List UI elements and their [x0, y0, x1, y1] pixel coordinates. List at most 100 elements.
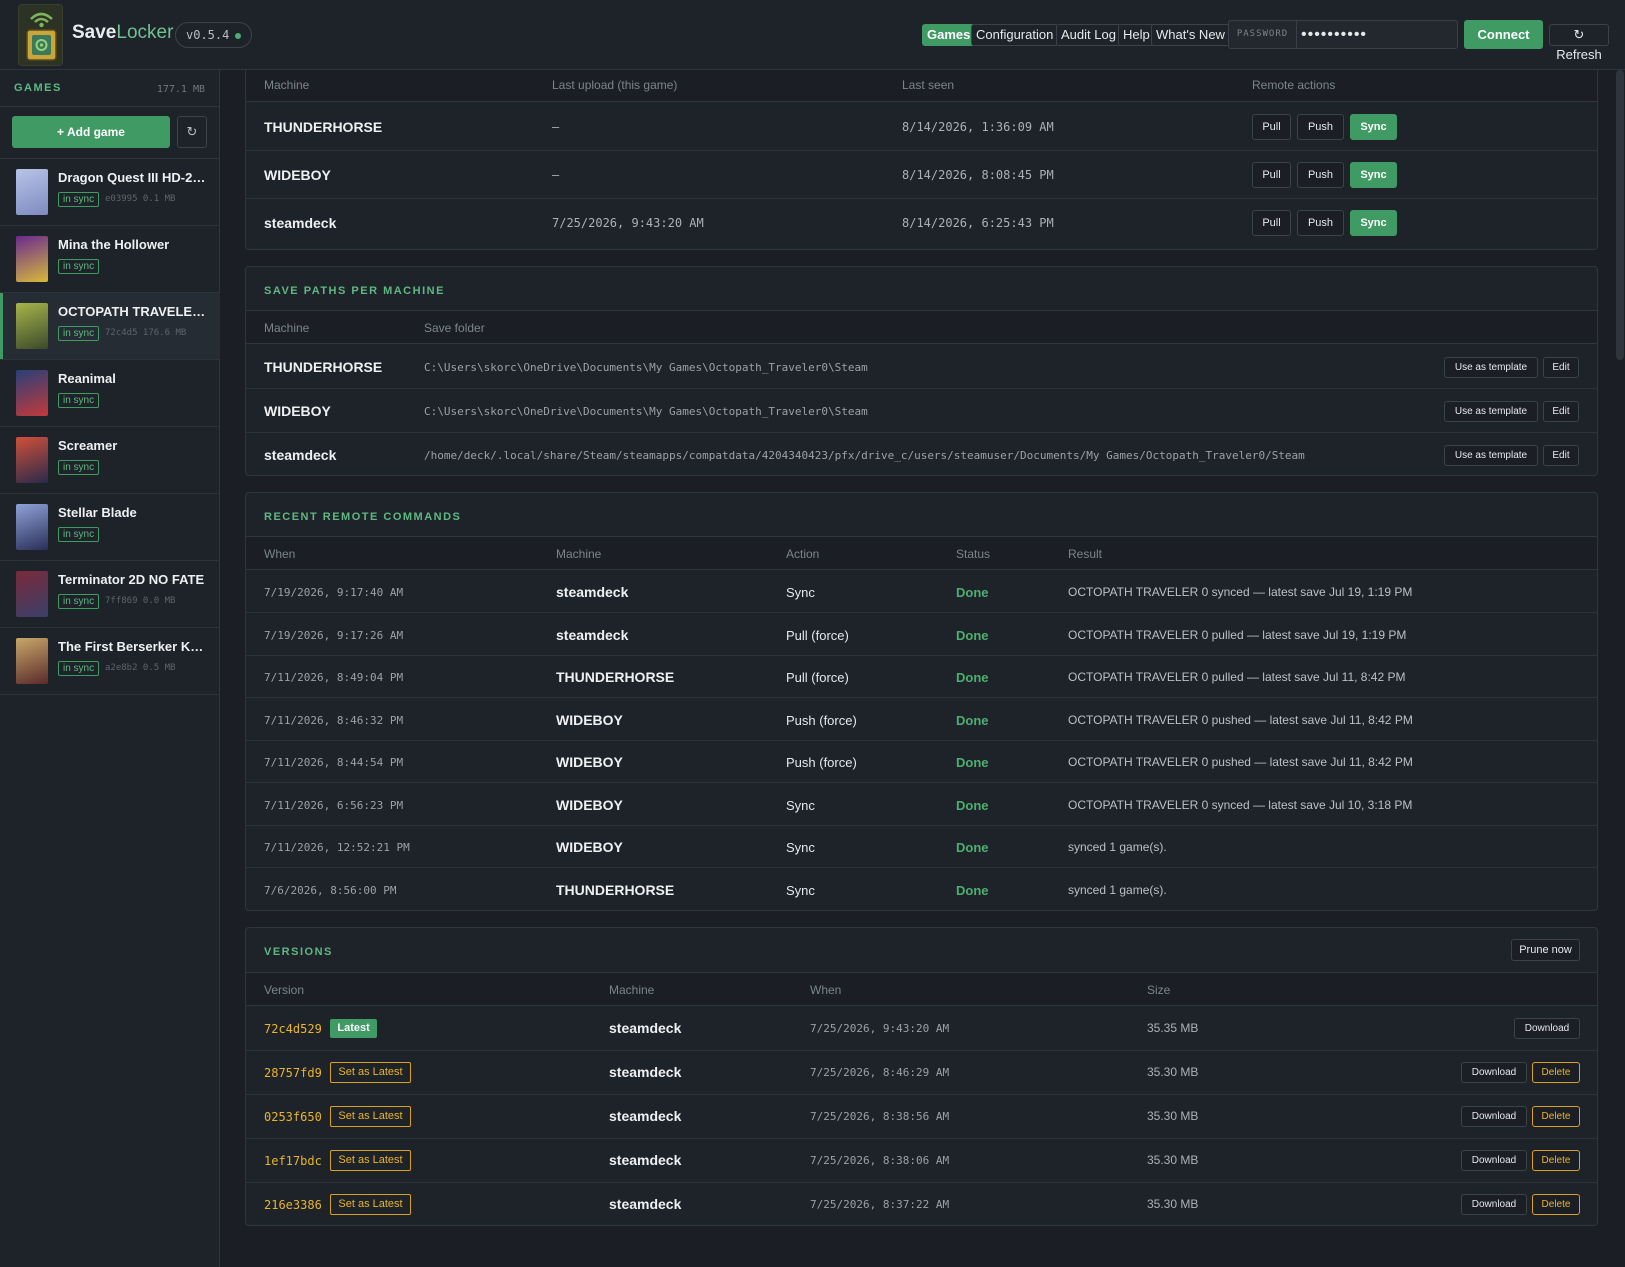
command-action: Pull (force)	[786, 670, 849, 685]
command-machine: WIDEBOY	[556, 796, 623, 813]
command-machine: WIDEBOY	[556, 754, 623, 770]
command-row: 7/6/2026, 8:56:00 PM THUNDERHORSE Sync Done…	[246, 869, 1597, 911]
version-size: 35.30 MB	[1147, 1153, 1199, 1167]
use-as-template-button[interactable]: Use as template	[1444, 401, 1538, 422]
machine-name: WIDEBOY	[264, 167, 331, 183]
sync-button[interactable]: Sync	[1350, 210, 1397, 236]
game-list-item[interactable]: Terminator 2D NO FATE in sync 7ff869 0.0 M…	[0, 561, 220, 628]
sync-button[interactable]: Sync	[1350, 114, 1397, 140]
status-dot-icon	[235, 32, 242, 39]
command-status: Done	[956, 712, 989, 728]
delete-button[interactable]: Delete	[1532, 1062, 1580, 1083]
game-list-item[interactable]: Dragon Quest III HD-2D... in sync e03995 0…	[0, 159, 220, 226]
game-list-item[interactable]: Stellar Blade in sync	[0, 494, 220, 561]
download-button[interactable]: Download	[1461, 1150, 1527, 1171]
version-row: 216e3386 Set as Latest steamdeck 7/25/2026,…	[246, 1183, 1597, 1225]
game-list-item[interactable]: OCTOPATH TRAVELER 0 in sync 72c4d5 176.6 M…	[0, 293, 220, 360]
download-button[interactable]: Download	[1461, 1062, 1527, 1083]
sync-status-badge: in sync	[58, 326, 100, 341]
machine-name: THUNDERHORSE	[264, 119, 383, 135]
command-row: 7/19/2026, 9:17:40 AM steamdeck Sync Done OC…	[246, 571, 1597, 613]
game-list-item[interactable]: Reanimal in sync	[0, 360, 220, 427]
col-action: Action	[786, 547, 820, 561]
add-game-button[interactable]: + Add game	[12, 116, 170, 148]
version-size: 35.30 MB	[1147, 1197, 1199, 1211]
delete-button[interactable]: Delete	[1532, 1150, 1580, 1171]
last-seen: 8/14/2026, 1:36:09 AM	[902, 120, 1054, 134]
sync-status-badge: in sync	[58, 594, 100, 609]
nav-games[interactable]: Games	[922, 24, 976, 46]
command-row: 7/11/2026, 8:44:54 PM WIDEBOY Push (force)…	[246, 741, 1597, 783]
version-hash[interactable]: 1ef17bdc	[264, 1154, 322, 1168]
set-as-latest-button[interactable]: Set as Latest	[330, 1062, 411, 1083]
pull-button[interactable]: Pull	[1252, 210, 1291, 236]
command-machine: WIDEBOY	[556, 839, 623, 855]
version-machine: steamdeck	[609, 1020, 682, 1036]
edit-button[interactable]: Edit	[1543, 357, 1579, 378]
command-row: 7/11/2026, 8:46:32 PM WIDEBOY Push (force)…	[246, 699, 1597, 741]
col-machine: Machine	[264, 321, 310, 335]
command-row: 7/11/2026, 12:52:21 PM WIDEBOY Sync Done syn…	[246, 826, 1597, 868]
push-button[interactable]: Push	[1297, 114, 1344, 140]
sync-status-badge: in sync	[58, 259, 100, 274]
version-hash[interactable]: 0253f650	[264, 1110, 322, 1124]
version-row: 1ef17bdc Set as Latest steamdeck 7/25/2026,…	[246, 1139, 1597, 1183]
nav-audit-log[interactable]: Audit Log	[1056, 24, 1121, 46]
command-result: OCTOPATH TRAVELER 0 synced — latest save…	[1068, 797, 1413, 812]
nav-whats-new[interactable]: What's New	[1151, 24, 1230, 46]
download-button[interactable]: Download	[1461, 1106, 1527, 1127]
game-list-item[interactable]: Mina the Hollower in sync	[0, 226, 220, 293]
command-machine: THUNDERHORSE	[556, 669, 675, 685]
use-as-template-button[interactable]: Use as template	[1444, 357, 1538, 378]
command-result: OCTOPATH TRAVELER 0 pulled — latest save…	[1068, 627, 1407, 642]
delete-button[interactable]: Delete	[1532, 1194, 1580, 1215]
command-status: Done	[956, 797, 989, 813]
command-when: 7/11/2026, 8:44:54 PM	[264, 756, 404, 769]
version-hash[interactable]: 216e3386	[264, 1198, 322, 1212]
password-input[interactable]: ••••••••••	[1301, 21, 1451, 48]
page-scrollbar[interactable]	[1616, 70, 1624, 360]
set-as-latest-button[interactable]: Set as Latest	[330, 1150, 411, 1171]
download-button[interactable]: Download	[1514, 1018, 1580, 1039]
connect-button[interactable]: Connect	[1464, 20, 1543, 49]
password-field[interactable]: PASSWORD ••••••••••	[1228, 20, 1458, 49]
version-badge: v0.5.4	[175, 22, 253, 48]
version-hash[interactable]: 28757fd9	[264, 1066, 322, 1080]
edit-button[interactable]: Edit	[1543, 445, 1579, 466]
version-hash[interactable]: 72c4d529	[264, 1022, 322, 1036]
pull-button[interactable]: Pull	[1252, 114, 1291, 140]
sync-button[interactable]: Sync	[1350, 162, 1397, 188]
nav-help[interactable]: Help	[1118, 24, 1155, 46]
refresh-icon[interactable]: ↻	[177, 116, 207, 148]
recent-commands-card: RECENT REMOTE COMMANDS When Machine Acti…	[245, 492, 1598, 911]
set-as-latest-button[interactable]: Set as Latest	[330, 1194, 411, 1215]
prune-now-button[interactable]: Prune now	[1511, 939, 1580, 961]
push-button[interactable]: Push	[1297, 210, 1344, 236]
command-action: Sync	[786, 840, 815, 855]
push-button[interactable]: Push	[1297, 162, 1344, 188]
use-as-template-button[interactable]: Use as template	[1444, 445, 1538, 466]
game-list-item[interactable]: The First Berserker Kha... in sync a2e8b2 …	[0, 628, 220, 695]
machine-name: WIDEBOY	[264, 403, 331, 419]
command-action: Sync	[786, 585, 815, 600]
version-machine: steamdeck	[609, 1152, 682, 1168]
command-action: Sync	[786, 882, 815, 898]
delete-button[interactable]: Delete	[1532, 1106, 1580, 1127]
download-button[interactable]: Download	[1461, 1194, 1527, 1215]
command-status: Done	[956, 627, 989, 643]
game-list-item[interactable]: Screamer in sync	[0, 427, 220, 494]
divider	[0, 106, 220, 107]
version-row: 28757fd9 Set as Latest steamdeck 7/25/2026,…	[246, 1051, 1597, 1095]
command-row: 7/11/2026, 6:56:23 PM WIDEBOY Sync Done OCTO…	[246, 784, 1597, 826]
edit-button[interactable]: Edit	[1543, 401, 1579, 422]
set-as-latest-button[interactable]: Set as Latest	[330, 1106, 411, 1127]
command-machine: steamdeck	[556, 584, 629, 600]
version-machine: steamdeck	[609, 1196, 682, 1212]
machines-table-header: Machine Last upload (this game) Last see…	[246, 70, 1597, 102]
command-status: Done	[956, 755, 989, 770]
nav-configuration[interactable]: Configuration	[971, 24, 1059, 46]
refresh-button[interactable]: ↻ Refresh	[1549, 24, 1609, 62]
sync-status-badge: in sync	[58, 661, 100, 676]
pull-button[interactable]: Pull	[1252, 162, 1291, 188]
save-paths-table-header: Machine Save folder	[246, 310, 1597, 344]
